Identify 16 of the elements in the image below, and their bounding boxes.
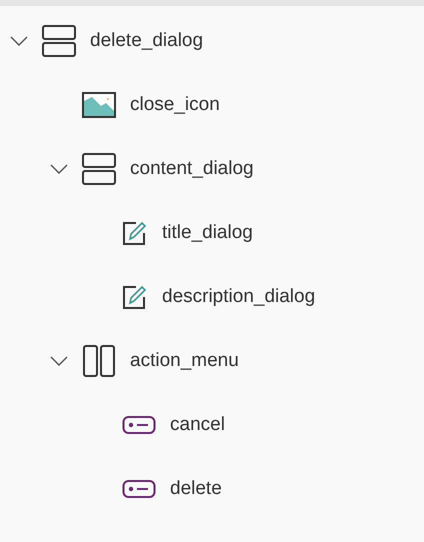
tree-item-label[interactable]: content_dialog [130,158,254,180]
columns-layout-icon [82,345,116,377]
tree-item-label[interactable]: title_dialog [162,222,253,244]
edit-icon [122,284,148,310]
tree-item-label[interactable]: description_dialog [162,286,316,308]
tree-item-label[interactable]: delete [170,478,222,500]
tree-item-label[interactable]: close_icon [130,94,220,116]
button-control-icon [122,479,156,499]
edit-icon [122,220,148,246]
rows-layout-icon [42,25,76,57]
rows-layout-icon [82,153,116,185]
tree-item-label[interactable]: delete_dialog [90,30,204,52]
tree-item-label[interactable]: action_menu [130,350,239,372]
image-icon [82,92,116,118]
button-control-icon [122,415,156,435]
tree-item-label[interactable]: cancel [170,414,225,436]
